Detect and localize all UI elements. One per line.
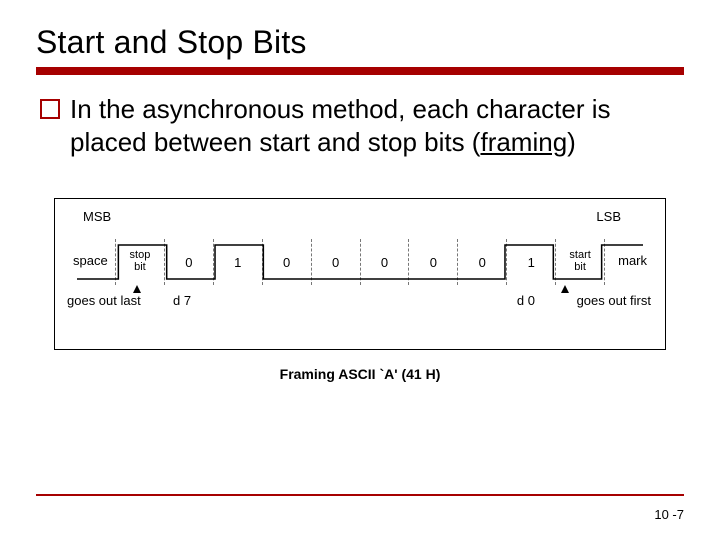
bit-cells: stop bit 0 1 0 0 0 0 0 1 start bit	[115, 239, 605, 285]
body-text: In the asynchronous method, each charact…	[70, 93, 684, 158]
bit-cell-d0: 1	[506, 239, 555, 285]
bullet-col	[36, 93, 70, 158]
arrow-up-icon	[561, 285, 569, 293]
body-text-underlined: framing	[480, 127, 567, 157]
slide: Start and Stop Bits In the asynchronous …	[0, 0, 720, 540]
bit-cell-d4: 0	[311, 239, 360, 285]
label-d0: d 0	[517, 293, 535, 308]
footer-rule	[36, 494, 684, 496]
label-d7: d 7	[173, 293, 191, 308]
bit-cell-d6: 1	[213, 239, 262, 285]
bit-cell-d7: 0	[164, 239, 213, 285]
bit-cell-d3: 0	[360, 239, 409, 285]
stop-bit-cell: stop bit	[115, 239, 164, 285]
slide-title: Start and Stop Bits	[36, 24, 684, 61]
bit-cell-d1: 0	[457, 239, 506, 285]
bit-strip: space mark stop bit 0 1 0 0 0 0 0 1 star…	[77, 239, 643, 285]
hollow-square-bullet-icon	[40, 99, 60, 119]
label-lsb: LSB	[596, 209, 621, 224]
body-text-suffix: )	[567, 127, 576, 157]
label-msb: MSB	[83, 209, 111, 224]
label-goes-out-last: goes out last	[67, 293, 141, 308]
body-row: In the asynchronous method, each charact…	[36, 93, 684, 158]
label-space: space	[73, 253, 108, 268]
page-number: 10 -7	[654, 507, 684, 522]
bit-cell-d5: 0	[262, 239, 311, 285]
label-mark: mark	[618, 253, 647, 268]
title-rule	[36, 67, 684, 75]
arrow-up-icon	[133, 285, 141, 293]
bit-cell-d2: 0	[408, 239, 457, 285]
framing-diagram: MSB LSB space mark stop bit 0 1 0 0 0 0 …	[54, 198, 666, 350]
start-bit-cell: start bit	[555, 239, 605, 285]
diagram-caption: Framing ASCII `A' (41 H)	[36, 366, 684, 382]
label-goes-out-first: goes out first	[577, 293, 651, 308]
